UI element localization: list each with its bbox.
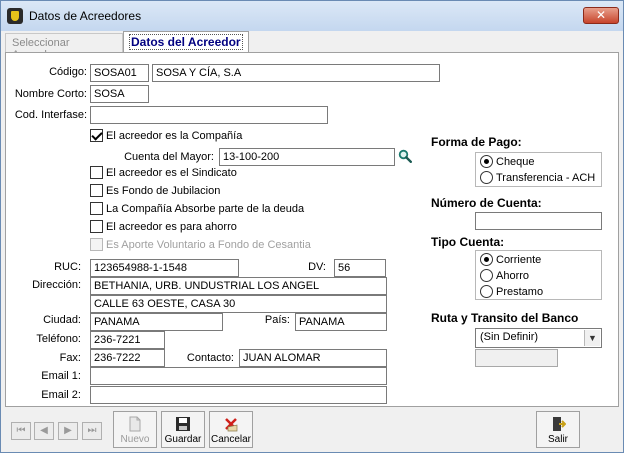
ruc-label: RUC: [54, 261, 81, 273]
es-compania-label: El acreedor es la Compañía [106, 130, 243, 142]
aporte-cesantia-label: Es Aporte Voluntario a Fondo de Cesantia [106, 239, 311, 251]
cod-interfase-label: Cod. Interfase: [14, 109, 87, 121]
forma-pago-title: Forma de Pago: [431, 135, 522, 149]
ciudad-label: Ciudad: [43, 314, 81, 326]
ruta-banco-code [475, 349, 558, 367]
cuenta-mayor-input[interactable]: 13-100-200 [219, 148, 395, 166]
salir-label: Salir [547, 434, 568, 445]
ruta-banco-select[interactable]: (Sin Definir) ▼ [475, 328, 602, 348]
transferencia-ach-radio[interactable] [480, 171, 493, 184]
prestamo-label: Prestamo [496, 286, 544, 298]
absorbe-deuda-label: La Compañía Absorbe parte de la deuda [106, 203, 305, 215]
contacto-input[interactable]: JUAN ALOMAR [239, 349, 387, 367]
guardar-button[interactable]: Guardar [161, 411, 205, 448]
fax-input[interactable]: 236-7222 [90, 349, 165, 367]
next-record-button[interactable]: ▶ [58, 422, 78, 440]
tipo-cuenta-title: Tipo Cuenta: [431, 235, 505, 249]
first-record-button[interactable]: ⏮ [11, 422, 31, 440]
chevron-down-icon[interactable]: ▼ [584, 330, 600, 346]
cheque-label: Cheque [496, 156, 535, 168]
ruta-banco-value: (Sin Definir) [480, 331, 539, 343]
ruc-input[interactable]: 123654988-1-1548 [90, 259, 239, 277]
ciudad-input[interactable]: PANAMA [90, 313, 223, 331]
numero-cuenta-title: Número de Cuenta: [431, 196, 542, 210]
email2-input[interactable] [90, 386, 387, 404]
new-document-icon [129, 416, 141, 432]
direccion-line2-input[interactable]: CALLE 63 OESTE, CASA 30 [90, 295, 387, 313]
nombre-corto-input[interactable]: SOSA [90, 85, 149, 103]
codigo-input[interactable]: SOSA01 [90, 64, 149, 82]
dv-input[interactable]: 56 [334, 259, 386, 277]
codigo-label: Código: [49, 66, 87, 78]
fondo-jubilacion-label: Es Fondo de Jubilacion [106, 185, 221, 197]
corriente-label: Corriente [496, 254, 542, 266]
fax-label: Fax: [59, 352, 81, 364]
ahorro-label: Ahorro [496, 270, 530, 282]
absorbe-deuda-checkbox[interactable] [90, 202, 103, 215]
transferencia-ach-label: Transferencia - ACH [496, 172, 596, 184]
tab-seleccionar-acreedor[interactable]: Seleccionar Acreedor [5, 33, 123, 61]
es-sindicato-label: El acreedor es el Sindicato [106, 167, 237, 179]
cancel-x-icon [225, 418, 238, 432]
telefono-input[interactable]: 236-7221 [90, 331, 165, 349]
ruta-banco-title: Ruta y Transito del Banco [431, 311, 579, 325]
search-icon[interactable] [398, 149, 412, 163]
title-bar: Datos de Acreedores ✕ [1, 1, 623, 31]
numero-cuenta-input[interactable] [475, 212, 602, 230]
prev-record-button[interactable]: ◀ [34, 422, 54, 440]
close-button[interactable]: ✕ [583, 7, 619, 24]
para-ahorro-label: El acreedor es para ahorro [106, 221, 237, 233]
email2-label: Email 2: [41, 389, 81, 401]
nuevo-label: Nuevo [120, 434, 150, 445]
exit-door-icon [553, 417, 566, 431]
app-shield-icon [7, 8, 23, 24]
fondo-jubilacion-checkbox[interactable] [90, 184, 103, 197]
cod-interfase-input[interactable] [90, 106, 328, 124]
prestamo-radio[interactable] [480, 285, 493, 298]
corriente-radio[interactable] [480, 253, 493, 266]
pais-input[interactable]: PANAMA [295, 313, 387, 331]
cuenta-mayor-label: Cuenta del Mayor: [124, 151, 214, 163]
contacto-label: Contacto: [186, 352, 234, 364]
cancelar-button[interactable]: Cancelar [209, 411, 253, 448]
main-window: Datos de Acreedores ✕ Seleccionar Acreed… [0, 0, 624, 453]
telefono-label: Teléfono: [36, 333, 81, 345]
salir-button[interactable]: Salir [536, 411, 580, 448]
direccion-label: Dirección: [32, 279, 81, 291]
es-compania-checkbox[interactable] [90, 129, 103, 142]
para-ahorro-checkbox[interactable] [90, 220, 103, 233]
dv-label: DV: [308, 261, 326, 273]
email1-label: Email 1: [41, 370, 81, 382]
window-title: Datos de Acreedores [29, 9, 142, 23]
last-record-button[interactable]: ⏭ [82, 422, 102, 440]
cheque-radio[interactable] [480, 155, 493, 168]
email1-input[interactable] [90, 367, 387, 385]
razon-social-input[interactable]: SOSA Y CÍA, S.A [152, 64, 440, 82]
nuevo-button[interactable]: Nuevo [113, 411, 157, 448]
pais-label: País: [264, 314, 290, 326]
aporte-cesantia-checkbox [90, 238, 103, 251]
ahorro-radio[interactable] [480, 269, 493, 282]
es-sindicato-checkbox[interactable] [90, 166, 103, 179]
tab-datos-del-acreedor[interactable]: Datos del Acreedor [123, 31, 249, 53]
floppy-disk-icon [176, 417, 190, 431]
cancelar-label: Cancelar [210, 434, 252, 445]
guardar-label: Guardar [164, 434, 202, 445]
tab-label: Datos del Acreedor [129, 34, 243, 50]
nombre-corto-label: Nombre Corto: [14, 88, 87, 100]
direccion-line1-input[interactable]: BETHANIA, URB. UNDUSTRIAL LOS ANGEL [90, 277, 387, 295]
